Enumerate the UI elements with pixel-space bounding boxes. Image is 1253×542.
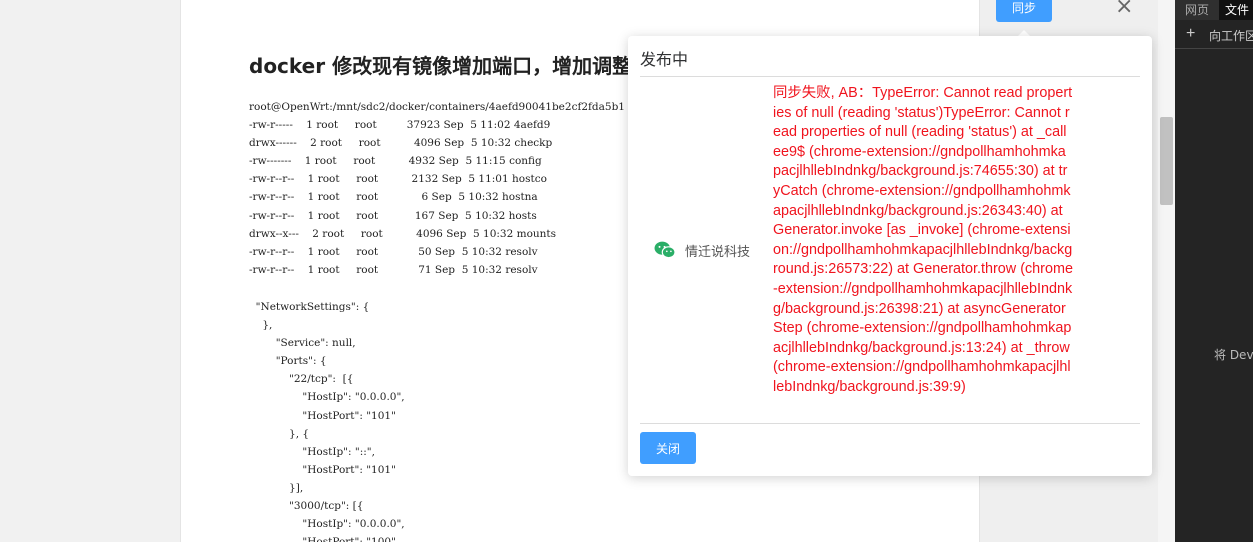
scrollbar-track[interactable]	[1158, 0, 1175, 542]
popup-title: 发布中	[640, 50, 689, 69]
close-icon[interactable]: ×	[1115, 0, 1133, 19]
error-message: 同步失败, AB：TypeError: Cannot read properti…	[773, 85, 1073, 395]
tab-file[interactable]: 文件	[1219, 0, 1253, 20]
code-block-ls-output: root@OpenWrt:/mnt/sdc2/docker/containers…	[249, 101, 625, 276]
publish-popup: 发布中 情迁说科技 同步失败, AB：TypeError: Cannot rea…	[628, 36, 1152, 476]
account-row: 情迁说科技	[654, 239, 750, 261]
article-title: docker 修改现有镜像增加端口，增加调整端口	[249, 54, 673, 78]
sync-button[interactable]: 同步	[996, 0, 1052, 22]
devtools-tab-bar: 网页 文件	[1175, 0, 1253, 20]
devtools-panel: 网页 文件 + 向工作区 将 DevT	[1175, 0, 1253, 542]
account-name: 情迁说科技	[685, 244, 751, 260]
plus-icon: +	[1186, 25, 1196, 42]
wechat-icon	[654, 241, 676, 259]
scrollbar-thumb[interactable]	[1160, 117, 1173, 205]
tab-web[interactable]: 网页	[1179, 0, 1215, 20]
code-block-json-config: "NetworkSettings": { }, "Service": null,…	[255, 301, 405, 542]
page-background-left	[0, 0, 180, 542]
divider	[640, 76, 1140, 77]
divider	[640, 423, 1140, 424]
add-workspace-label: 向工作区	[1209, 29, 1253, 43]
devtools-hint-text: 将 DevT	[1214, 348, 1253, 362]
close-button[interactable]: 关闭	[640, 432, 696, 464]
add-workspace-button[interactable]: + 向工作区	[1175, 22, 1253, 49]
